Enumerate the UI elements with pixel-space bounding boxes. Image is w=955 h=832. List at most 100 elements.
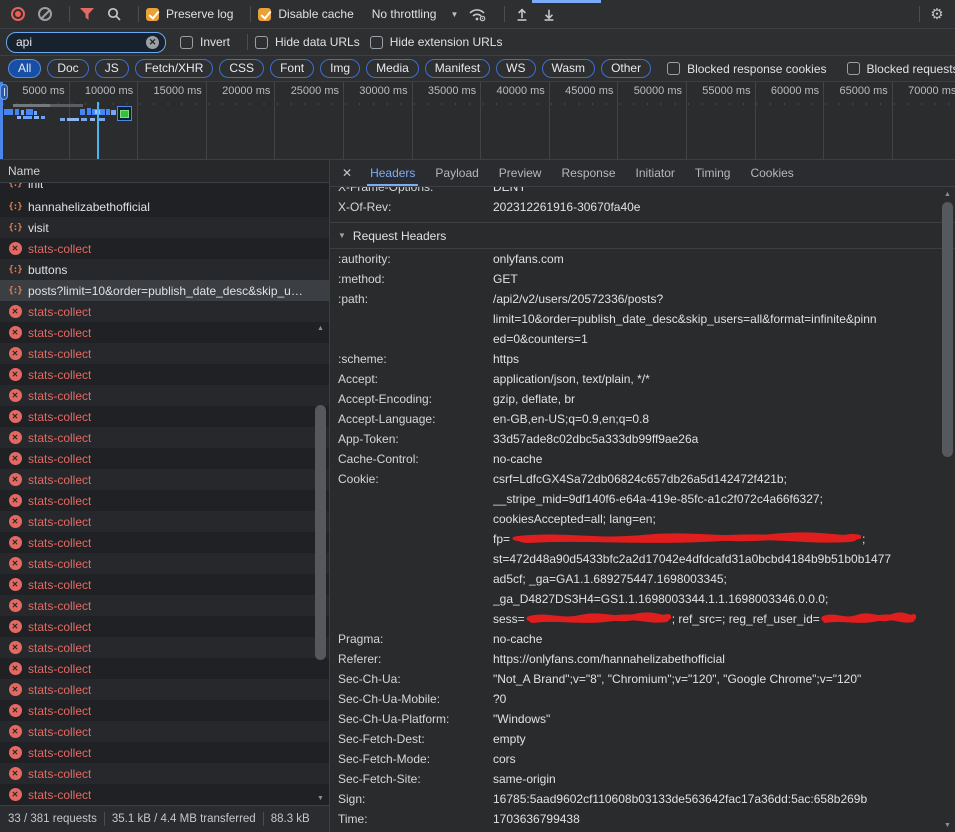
request-row[interactable]: ✕stats-collect (0, 574, 329, 595)
request-row[interactable]: ✕stats-collect (0, 658, 329, 679)
request-row[interactable]: ✕stats-collect (0, 616, 329, 637)
tab-response[interactable]: Response (551, 160, 625, 186)
request-row[interactable]: ✕stats-collect (0, 364, 329, 385)
hide-extension-urls-label: Hide extension URLs (390, 35, 503, 49)
filter-toggle-button[interactable] (77, 4, 97, 24)
type-filter-ws[interactable]: WS (496, 59, 535, 78)
timeline-brush-handle[interactable] (0, 84, 8, 100)
type-filter-doc[interactable]: Doc (47, 59, 88, 78)
filter-input-box[interactable]: ✕ (6, 32, 166, 53)
scroll-down-icon[interactable]: ▼ (314, 795, 327, 802)
request-row[interactable]: ✕stats-collect (0, 322, 329, 343)
request-row[interactable]: ✕stats-collect (0, 490, 329, 511)
status-divider (104, 812, 105, 826)
request-row[interactable]: {:}buttons (0, 259, 329, 280)
header-value: ?0 (493, 689, 955, 709)
request-row[interactable]: ✕stats-collect (0, 343, 329, 364)
request-row[interactable]: ✕stats-collect (0, 721, 329, 742)
hide-extension-urls-checkbox[interactable]: Hide extension URLs (370, 35, 503, 49)
record-button[interactable] (8, 4, 28, 24)
invert-checkbox[interactable]: Invert (180, 35, 230, 49)
request-failed-icon: ✕ (7, 242, 23, 255)
request-row[interactable]: ✕stats-collect (0, 679, 329, 700)
headers-content: X-Frame-Options: DENY X-Of-Rev: 20231226… (330, 187, 955, 829)
request-name: stats-collect (28, 242, 91, 256)
scrollbar-thumb[interactable] (315, 405, 326, 660)
tab-preview[interactable]: Preview (489, 160, 552, 186)
header-value-line: /api2/v2/users/20572336/posts? (493, 289, 955, 309)
type-filter-js[interactable]: JS (95, 59, 129, 78)
request-row[interactable]: ✕stats-collect (0, 427, 329, 448)
request-row[interactable]: ✕ stats-collect (0, 238, 329, 259)
header-row: Sign:16785:5aad9602cf110608b03133de56364… (330, 789, 955, 809)
scrollbar-thumb[interactable] (942, 202, 953, 457)
type-filter-manifest[interactable]: Manifest (425, 59, 490, 78)
request-row[interactable]: {:}visit (0, 217, 329, 238)
request-row[interactable]: {:}init (0, 183, 329, 196)
type-filter-fetch-xhr[interactable]: Fetch/XHR (135, 59, 214, 78)
type-filter-media[interactable]: Media (366, 59, 419, 78)
import-har-button[interactable] (512, 4, 532, 24)
tab-payload[interactable]: Payload (425, 160, 488, 186)
request-row[interactable]: ✕stats-collect (0, 595, 329, 616)
export-har-button[interactable] (539, 4, 559, 24)
tab-cookies[interactable]: Cookies (740, 160, 803, 186)
request-row-inner: ✕stats-collect (7, 767, 91, 781)
request-row[interactable]: ✕stats-collect (0, 469, 329, 490)
close-details-button[interactable]: ✕ (342, 166, 352, 180)
header-value-line: "Not_A Brand";v="8", "Chromium";v="120",… (493, 669, 955, 689)
request-row[interactable]: ✕stats-collect (0, 448, 329, 469)
header-value-line: GET (493, 269, 955, 289)
request-row[interactable]: ✕stats-collect (0, 784, 329, 805)
redaction-scribble (526, 612, 671, 625)
hide-data-urls-checkbox[interactable]: Hide data URLs (255, 35, 360, 49)
search-button[interactable] (104, 4, 124, 24)
clear-button[interactable] (35, 4, 55, 24)
type-filter-all[interactable]: All (8, 59, 41, 78)
waterfall-bar (34, 111, 37, 115)
request-row[interactable]: ✕stats-collect (0, 511, 329, 532)
network-conditions-button[interactable] (466, 4, 490, 24)
tab-timing[interactable]: Timing (685, 160, 741, 186)
type-filter-font[interactable]: Font (270, 59, 314, 78)
request-list-scrollbar[interactable]: ▲ ▼ (314, 322, 327, 805)
scroll-up-icon[interactable]: ▲ (314, 325, 327, 332)
tab-initiator[interactable]: Initiator (626, 160, 685, 186)
checkbox-blocked-response-cookies[interactable]: Blocked response cookies (667, 62, 826, 76)
tab-headers[interactable]: Headers (360, 160, 425, 186)
settings-button[interactable]: ⚙ (927, 4, 947, 24)
request-row[interactable]: ✕stats-collect (0, 532, 329, 553)
filter-input[interactable] (16, 35, 146, 49)
type-filter-other[interactable]: Other (601, 59, 651, 78)
clear-filter-icon[interactable]: ✕ (146, 36, 159, 49)
request-row[interactable]: ✕stats-collect (0, 742, 329, 763)
disable-cache-checkbox[interactable]: Disable cache (258, 7, 353, 21)
request-name: stats-collect (28, 767, 91, 781)
type-filter-wasm[interactable]: Wasm (542, 59, 596, 78)
request-row[interactable]: ✕stats-collect (0, 763, 329, 784)
header-value: no-cache (493, 449, 955, 469)
request-row[interactable]: ✕stats-collect (0, 700, 329, 721)
request-row[interactable]: ✕stats-collect (0, 385, 329, 406)
request-row[interactable]: ✕stats-collect (0, 406, 329, 427)
header-row: Sec-Fetch-Site:same-origin (330, 769, 955, 789)
throttling-dropdown[interactable]: No throttling ▼ (372, 7, 459, 21)
type-filter-img[interactable]: Img (320, 59, 360, 78)
request-row-inner: ✕stats-collect (7, 431, 91, 445)
timeline-overview[interactable]: 5000 ms10000 ms15000 ms20000 ms25000 ms3… (0, 82, 955, 160)
scroll-down-icon[interactable]: ▼ (941, 822, 954, 829)
request-row[interactable]: {:}posts?limit=10&order=publish_date_des… (0, 280, 329, 301)
request-row[interactable]: ✕stats-collect (0, 637, 329, 658)
request-row[interactable]: ✕stats-collect (0, 301, 329, 322)
request-row[interactable]: ✕stats-collect (0, 553, 329, 574)
request-failed-icon: ✕ (7, 788, 23, 801)
preserve-log-checkbox[interactable]: Preserve log (146, 7, 233, 21)
scroll-up-icon[interactable]: ▲ (941, 191, 954, 198)
details-scrollbar[interactable]: ▲ ▼ (941, 188, 954, 832)
name-column-header[interactable]: Name (0, 160, 329, 183)
checkbox-blocked-requests[interactable]: Blocked requests (847, 62, 955, 76)
timeline-tick-label: 5000 ms (0, 85, 65, 97)
type-filter-css[interactable]: CSS (219, 59, 264, 78)
request-row[interactable]: {:}hannahelizabethofficial (0, 196, 329, 217)
request-headers-section-header[interactable]: ▼ Request Headers (330, 222, 955, 249)
